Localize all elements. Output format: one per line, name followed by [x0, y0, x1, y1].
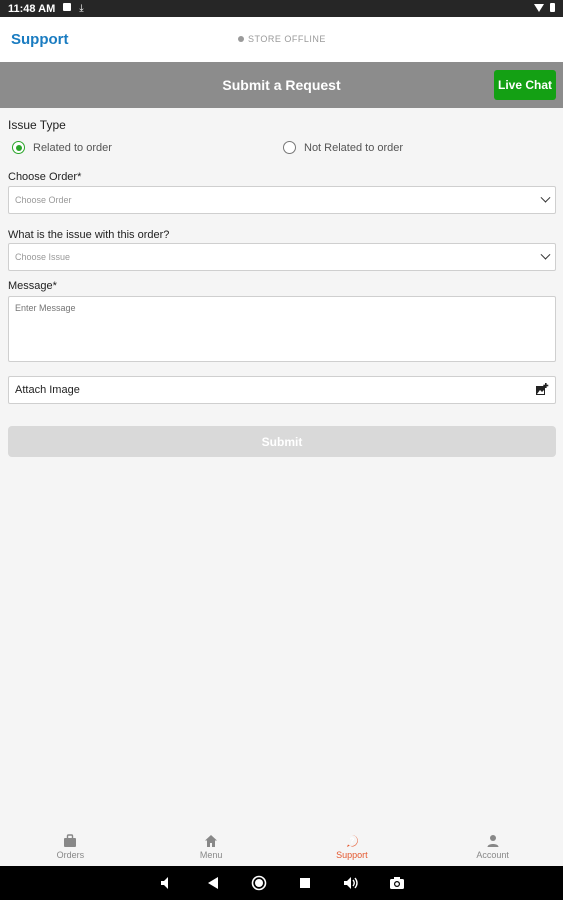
choose-order-label: Choose Order* — [8, 171, 82, 183]
radio-unchecked-icon[interactable] — [283, 141, 296, 154]
wifi-icon — [534, 3, 544, 15]
choose-issue-select[interactable]: Choose Issue — [8, 243, 556, 271]
nav-orders[interactable]: Orders — [0, 828, 141, 866]
store-status-label: STORE OFFLINE — [248, 34, 326, 44]
status-time: 11:48 AM — [8, 2, 56, 15]
nav-account-label: Account — [476, 850, 509, 860]
bag-icon — [64, 834, 77, 847]
recents-icon[interactable] — [297, 875, 313, 891]
status-dot-icon — [238, 36, 244, 42]
nav-menu-label: Menu — [199, 850, 223, 860]
nav-menu[interactable]: Menu — [141, 828, 282, 866]
download-icon: ⤓ — [79, 3, 84, 14]
battery-icon — [550, 2, 555, 15]
message-label: Message* — [8, 280, 57, 292]
nav-account[interactable]: Account — [422, 828, 563, 866]
choose-issue-value: Choose Issue — [15, 252, 71, 262]
request-bar: Submit a Request Live Chat — [0, 62, 563, 108]
attach-image-field[interactable]: Attach Image — [8, 376, 556, 404]
store-status: STORE OFFLINE — [238, 34, 326, 44]
add-image-icon[interactable] — [535, 383, 549, 397]
person-icon — [487, 835, 499, 847]
status-bar: 11:48 AM ⤓ — [0, 0, 563, 17]
radio-not-related-label: Not Related to order — [304, 141, 404, 154]
bottom-nav: Orders Menu ? Support Account — [0, 828, 563, 866]
volume-up-icon[interactable] — [343, 875, 359, 891]
camera-icon[interactable] — [389, 875, 405, 891]
back-icon[interactable] — [205, 875, 221, 891]
volume-down-icon[interactable] — [159, 875, 175, 891]
app-header: Support STORE OFFLINE — [0, 17, 563, 62]
choose-order-select[interactable]: Choose Order — [8, 186, 556, 214]
issue-label: What is the issue with this order? — [8, 229, 170, 241]
notification-icon — [63, 3, 72, 14]
nav-support[interactable]: ? Support — [282, 828, 423, 866]
page-title: Support — [11, 31, 69, 48]
message-input[interactable] — [8, 296, 556, 362]
nav-support-label: Support — [336, 850, 368, 860]
submit-button[interactable]: Submit — [8, 426, 556, 457]
svg-text:?: ? — [349, 837, 354, 846]
radio-not-related[interactable]: Not Related to order — [283, 141, 403, 154]
radio-related-label: Related to order — [33, 141, 112, 154]
attach-image-label: Attach Image — [15, 384, 80, 396]
chevron-down-icon — [540, 192, 551, 203]
nav-orders-label: Orders — [56, 850, 85, 860]
issue-type-label: Issue Type — [8, 118, 66, 132]
help-icon: ? — [346, 835, 358, 847]
request-title: Submit a Request — [222, 77, 341, 93]
live-chat-button[interactable]: Live Chat — [494, 70, 556, 100]
radio-related[interactable]: Related to order — [12, 141, 112, 154]
radio-checked-icon[interactable] — [12, 141, 25, 154]
home-icon — [205, 835, 218, 847]
home-button-icon[interactable] — [251, 875, 267, 891]
chevron-down-icon — [540, 249, 551, 260]
choose-order-value: Choose Order — [15, 195, 72, 205]
system-nav-bar — [0, 866, 563, 900]
